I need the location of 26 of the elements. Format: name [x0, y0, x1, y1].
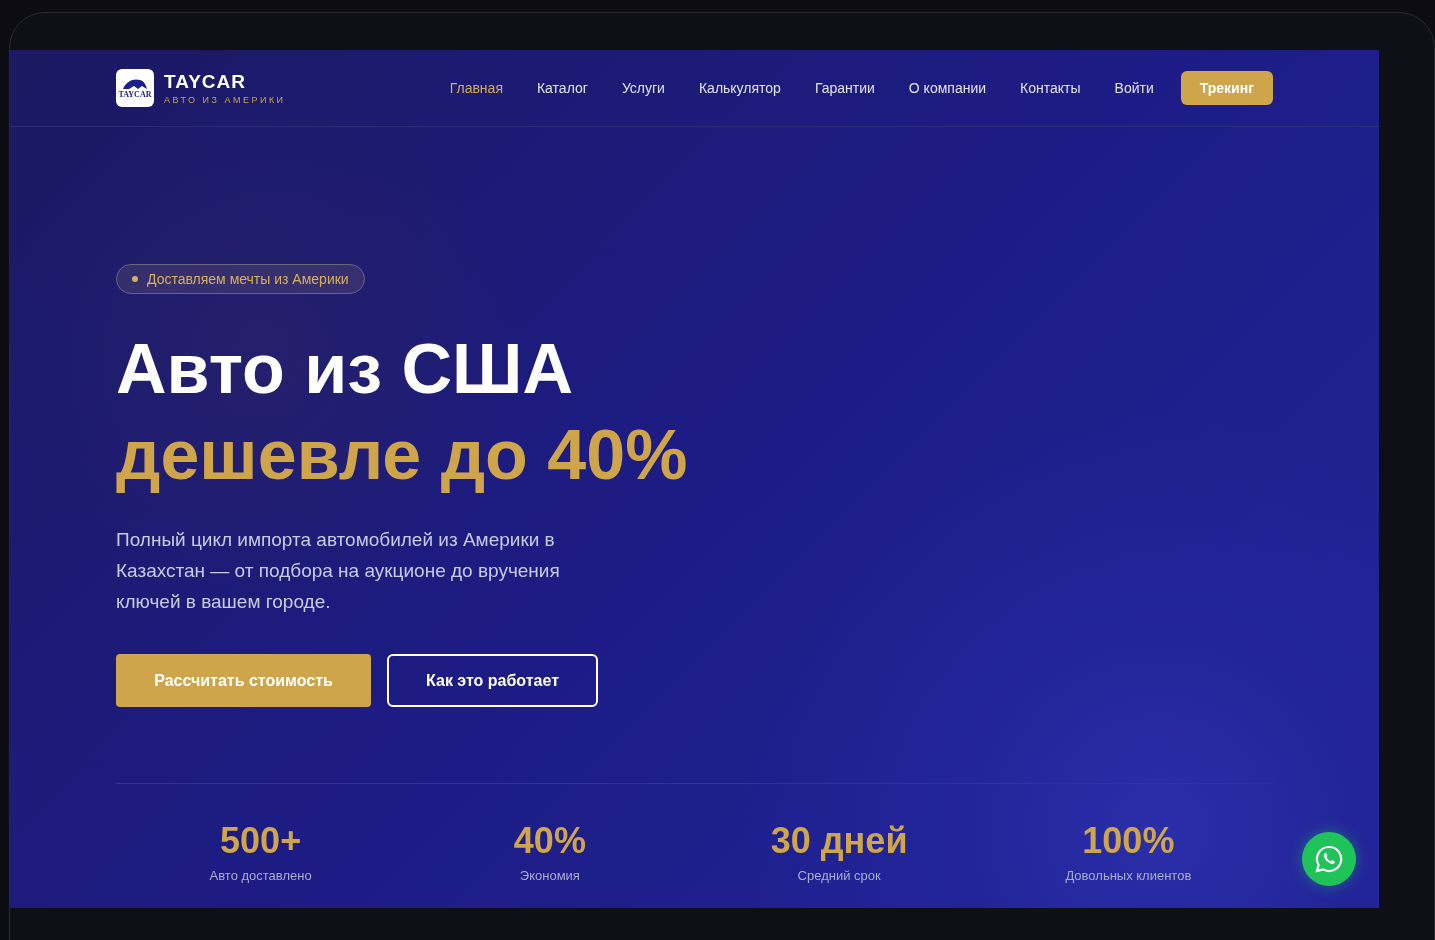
stat-value: 100% [1082, 820, 1175, 862]
hero-title: Авто из США [116, 329, 574, 410]
nav-link[interactable]: Каталог [536, 80, 588, 96]
nav-link[interactable]: О компании [908, 80, 987, 96]
nav-link[interactable]: Гарантии [814, 80, 875, 96]
nav-link[interactable]: Войти [1114, 80, 1154, 96]
stat-value: 500+ [220, 820, 302, 862]
nav-link[interactable]: Калькулятор [698, 80, 781, 96]
stat-label: Авто доставлено [209, 868, 312, 883]
phone-chat-icon [1314, 844, 1344, 874]
chat-button[interactable] [1302, 832, 1356, 886]
hero-description: Полный цикл импорта автомобилей из Америки в Казахстан — от подбора на аукционе до вручения ключей в вашем городе. [116, 528, 561, 614]
hero-badge: Доставляем мечты из Америки [116, 264, 365, 294]
stat-value: 40% [513, 820, 586, 862]
brand-tagline: АВТО ИЗ АМЕРИКИ [164, 95, 286, 105]
nav-link[interactable]: Контакты [1020, 80, 1081, 96]
stat-value: 30 дней [770, 820, 908, 862]
hero-title-accent: дешевле до 40% [116, 415, 689, 496]
stat-label: Средний срок [797, 868, 881, 883]
nav-link[interactable]: Услуги [621, 80, 665, 96]
stat-label: Довольных клиентов [1065, 868, 1192, 883]
logo-icon: TAYCAR [116, 69, 154, 107]
nav-link[interactable]: Главная [449, 80, 503, 96]
how-it-works-button[interactable]: Как это работает [387, 654, 598, 707]
stat-label: Экономия [519, 868, 580, 883]
brand-name: TAYCAR [164, 71, 247, 93]
